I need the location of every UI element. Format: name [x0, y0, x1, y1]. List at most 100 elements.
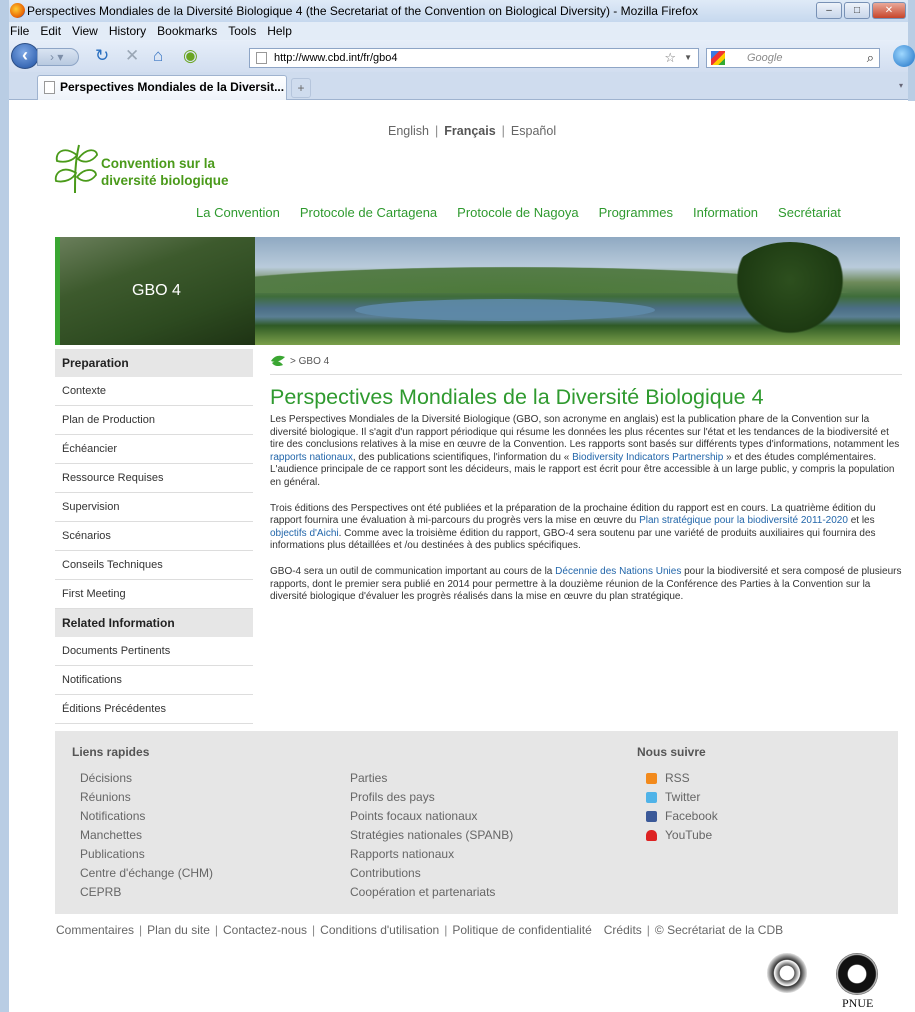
footer-link-chm[interactable]: Centre d'échange (CHM) — [80, 864, 213, 883]
menu-bookmarks[interactable]: Bookmarks — [157, 24, 217, 38]
pnue-emblem-icon[interactable] — [836, 953, 878, 995]
link-objectifs-aichi[interactable]: objectifs d'Aichi — [270, 528, 339, 539]
twitter-icon — [646, 792, 657, 803]
sidebar-item-echeancier[interactable]: Échéancier — [55, 435, 253, 464]
bottom-link-confidentialite[interactable]: Politique de confidentialité — [452, 923, 591, 937]
new-tab-button[interactable]: + — [291, 78, 311, 98]
back-button[interactable]: ‹ — [11, 43, 39, 69]
menu-view[interactable]: View — [72, 24, 98, 38]
social-rss[interactable]: RSS — [646, 769, 718, 788]
logo-text: Convention sur la diversité biologique — [101, 156, 229, 188]
forward-button[interactable]: › ▾ — [37, 48, 79, 66]
sidebar-item-scenarios[interactable]: Scénarios — [55, 522, 253, 551]
menu-history[interactable]: History — [109, 24, 146, 38]
footer-link-notifications[interactable]: Notifications — [80, 807, 213, 826]
sidebar-item-contexte[interactable]: Contexte — [55, 377, 253, 406]
search-placeholder: Google — [747, 52, 783, 64]
home-leaf-icon[interactable] — [270, 355, 286, 367]
lang-french[interactable]: Français — [444, 124, 495, 138]
search-engine-icon[interactable] — [711, 51, 725, 65]
bottom-link-credits[interactable]: Crédits — [604, 923, 642, 937]
sidebar-heading-preparation: Preparation — [55, 349, 253, 377]
footer-link-points-focaux[interactable]: Points focaux nationaux — [350, 807, 513, 826]
nav-information[interactable]: Information — [693, 205, 758, 220]
cbd-leaf-icon — [54, 144, 98, 194]
menu-edit[interactable]: Edit — [40, 24, 61, 38]
browser-window: Perspectives Mondiales de la Diversité B… — [0, 0, 915, 1012]
link-biodiversity-indicators[interactable]: Biodiversity Indicators Partnership — [572, 452, 723, 463]
footer-link-decisions[interactable]: Décisions — [80, 769, 213, 788]
rss-icon — [646, 773, 657, 784]
social-youtube[interactable]: YouTube — [646, 826, 718, 845]
sidebar-item-ressource[interactable]: Ressource Requises — [55, 464, 253, 493]
footer-link-reunions[interactable]: Réunions — [80, 788, 213, 807]
menu-help[interactable]: Help — [267, 24, 292, 38]
nav-secretariat[interactable]: Secrétariat — [778, 205, 841, 220]
nav-convention[interactable]: La Convention — [196, 205, 280, 220]
sidebar-item-conseils[interactable]: Conseils Techniques — [55, 551, 253, 580]
link-decennie[interactable]: Décennie des Nations Unies — [555, 566, 681, 577]
sidebar-item-documents[interactable]: Documents Pertinents — [55, 637, 253, 666]
search-box[interactable]: Google ⌕ — [706, 48, 880, 68]
menu-file[interactable]: File — [10, 24, 29, 38]
quick-links-title: Liens rapides — [72, 745, 150, 759]
addon-icon[interactable]: ◉ — [183, 47, 198, 65]
tab-gbo4[interactable]: Perspectives Mondiales de la Diversit... — [37, 75, 287, 100]
footer-link-publications[interactable]: Publications — [80, 845, 213, 864]
close-button[interactable]: ✕ — [872, 2, 906, 19]
maximize-button[interactable]: □ — [844, 2, 870, 19]
cbd-logo[interactable]: Convention sur la diversité biologique — [53, 137, 273, 195]
sidebar-item-notifications[interactable]: Notifications — [55, 666, 253, 695]
bookmark-star-icon[interactable]: ☆ — [664, 49, 676, 67]
navigation-toolbar: ‹ › ▾ ↻ ✕ ⌂ ◉ http://www.cbd.int/fr/gbo4… — [9, 40, 915, 72]
editions-paragraph: Trois éditions des Perspectives ont été … — [270, 502, 876, 552]
link-rapports-nationaux[interactable]: rapports nationaux — [270, 452, 353, 463]
breadcrumb: > GBO 4 — [270, 349, 902, 375]
tab-scroll-icon[interactable]: ▾ — [899, 75, 908, 97]
footer-link-profils[interactable]: Profils des pays — [350, 788, 513, 807]
nav-programmes[interactable]: Programmes — [599, 205, 673, 220]
reload-icon[interactable]: ↻ — [95, 47, 109, 65]
skype-icon[interactable] — [893, 45, 915, 67]
main-content: > GBO 4 Perspectives Mondiales de la Div… — [270, 349, 902, 604]
link-plan-strategique[interactable]: Plan stratégique pour la biodiversité 20… — [639, 515, 848, 526]
lang-spanish[interactable]: Español — [511, 124, 556, 138]
web-page: English | Français | Español Convention sur … — [18, 101, 915, 1012]
sidebar-item-first-meeting[interactable]: First Meeting — [55, 580, 253, 609]
address-bar[interactable]: http://www.cbd.int/fr/gbo4 ☆ ▼ — [249, 48, 699, 68]
social-facebook[interactable]: Facebook — [646, 807, 718, 826]
intro-paragraph: Les Perspectives Mondiales de la Diversi… — [270, 414, 900, 488]
tab-page-icon — [44, 81, 55, 94]
menu-tools[interactable]: Tools — [228, 24, 256, 38]
nav-nagoya[interactable]: Protocole de Nagoya — [457, 205, 578, 220]
menu-bar: File Edit View History Bookmarks Tools H… — [9, 22, 908, 40]
bottom-link-commentaires[interactable]: Commentaires — [56, 923, 134, 937]
bottom-link-plan-site[interactable]: Plan du site — [147, 923, 210, 937]
lang-english[interactable]: English — [388, 124, 429, 138]
search-icon[interactable]: ⌕ — [867, 49, 874, 67]
social-twitter[interactable]: Twitter — [646, 788, 718, 807]
bottom-links: Commentaires | Plan du site | Contactez-nous… — [56, 923, 784, 937]
footer-link-ceprb[interactable]: CEPRB — [80, 883, 213, 902]
footer-link-contributions[interactable]: Contributions — [350, 864, 513, 883]
minimize-button[interactable]: – — [816, 2, 842, 19]
un-emblem-icon[interactable] — [767, 953, 807, 993]
stop-icon[interactable]: ✕ — [125, 47, 139, 65]
facebook-icon — [646, 811, 657, 822]
url-dropdown-icon[interactable]: ▼ — [684, 49, 692, 67]
footer-link-cooperation[interactable]: Coopération et partenariats — [350, 883, 513, 902]
firefox-icon — [10, 3, 25, 18]
sidebar-item-editions[interactable]: Éditions Précédentes — [55, 695, 253, 724]
nav-cartagena[interactable]: Protocole de Cartagena — [300, 205, 437, 220]
bottom-link-contact[interactable]: Contactez-nous — [223, 923, 307, 937]
sidebar-item-supervision[interactable]: Supervision — [55, 493, 253, 522]
footer-link-parties[interactable]: Parties — [350, 769, 513, 788]
footer-link-strategies[interactable]: Stratégies nationales (SPANB) — [350, 826, 513, 845]
sidebar-item-plan-production[interactable]: Plan de Production — [55, 406, 253, 435]
home-icon[interactable]: ⌂ — [153, 47, 163, 65]
follow-us-title: Nous suivre — [637, 745, 706, 759]
footer-link-manchettes[interactable]: Manchettes — [80, 826, 213, 845]
bottom-link-conditions[interactable]: Conditions d'utilisation — [320, 923, 439, 937]
footer-link-rapports[interactable]: Rapports nationaux — [350, 845, 513, 864]
tab-title: Perspectives Mondiales de la Diversit... — [60, 80, 285, 94]
